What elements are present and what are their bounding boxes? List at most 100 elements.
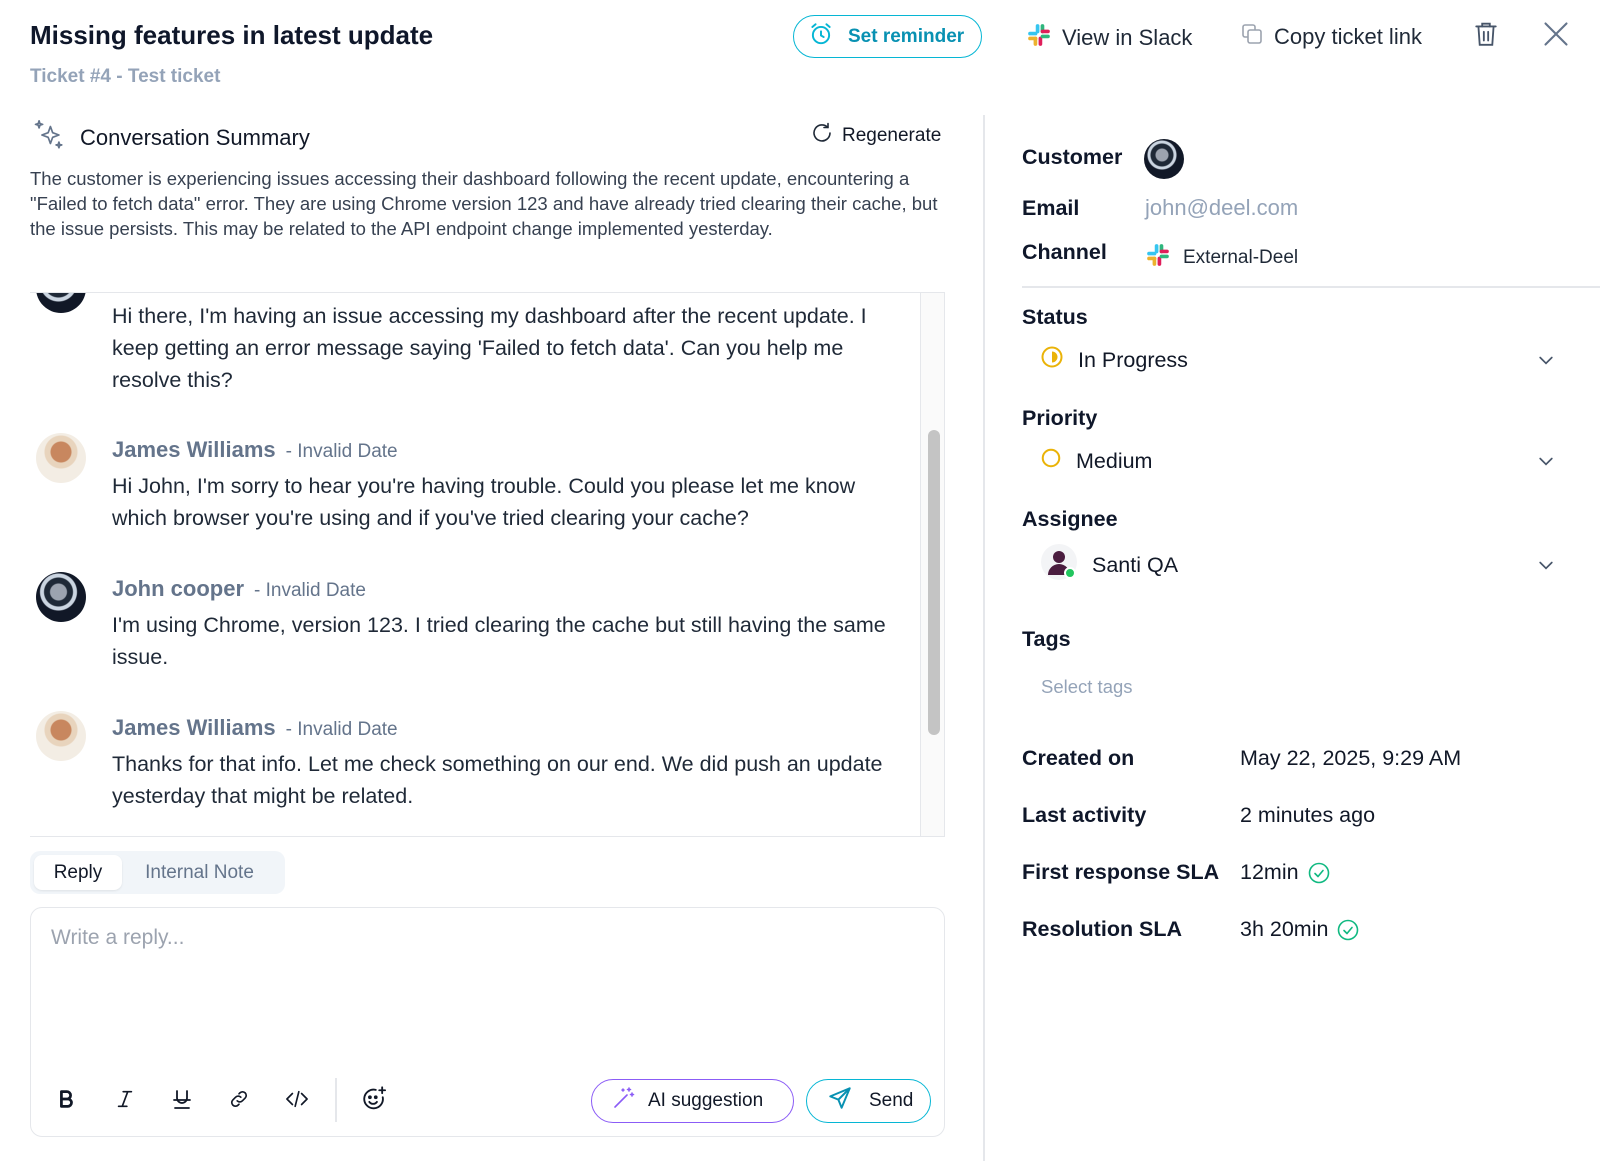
resolution-sla: 3h 20min	[1240, 917, 1360, 942]
resolution-sla-value: 3h 20min	[1240, 917, 1329, 941]
details-divider	[1022, 286, 1600, 288]
refresh-icon	[810, 121, 834, 151]
priority-select[interactable]: Medium	[1040, 441, 1560, 481]
check-circle-icon	[1307, 861, 1331, 885]
avatar	[36, 572, 86, 622]
code-button[interactable]	[280, 1084, 314, 1118]
chevron-down-icon	[1536, 451, 1556, 477]
send-button[interactable]: Send	[806, 1079, 931, 1123]
message-thread[interactable]: Hi there, I'm having an issue accessing …	[30, 292, 945, 837]
conversation-summary-header: Conversation Summary	[32, 118, 310, 157]
close-icon	[1542, 20, 1570, 53]
scrollbar-thumb[interactable]	[928, 430, 940, 735]
tab-internal-note[interactable]: Internal Note	[122, 855, 277, 890]
link-button[interactable]	[222, 1084, 256, 1118]
copy-icon	[1240, 22, 1264, 52]
status-select[interactable]: In Progress	[1040, 340, 1560, 380]
tab-reply[interactable]: Reply	[34, 855, 122, 890]
assignee-select[interactable]: Santi QA	[1040, 543, 1560, 587]
copy-ticket-link-button[interactable]: Copy ticket link	[1240, 22, 1422, 52]
set-reminder-button[interactable]: Set reminder	[793, 15, 982, 58]
author-name: James Williams	[112, 715, 276, 740]
delete-ticket-button[interactable]	[1471, 20, 1501, 52]
tags-select[interactable]: Select tags	[1041, 676, 1133, 698]
avatar	[36, 433, 86, 483]
author-name: James Williams	[112, 437, 276, 462]
email-label: Email	[1022, 196, 1080, 220]
created-on-label: Created on	[1022, 746, 1135, 770]
slack-icon	[1145, 242, 1171, 274]
strikethrough-icon	[170, 1087, 194, 1116]
avatar	[36, 711, 86, 761]
slack-icon	[1026, 22, 1052, 54]
reply-tabs: Reply Internal Note	[30, 851, 285, 894]
regenerate-button[interactable]: Regenerate	[810, 121, 941, 151]
send-icon	[827, 1085, 853, 1117]
chevron-down-icon	[1536, 350, 1556, 376]
italic-icon	[114, 1088, 136, 1115]
first-response-sla: 12min	[1240, 860, 1331, 885]
close-button[interactable]	[1541, 20, 1571, 52]
message-date: - Invalid Date	[285, 441, 398, 462]
avatar	[36, 293, 86, 313]
last-activity-label: Last activity	[1022, 803, 1147, 827]
assignee-label: Assignee	[1022, 507, 1118, 531]
message-author: John cooper - Invalid Date	[112, 576, 366, 602]
channel-name: External-Deel	[1183, 247, 1299, 268]
strikethrough-button[interactable]	[165, 1084, 199, 1118]
email-value[interactable]: john@deel.com	[1145, 195, 1298, 221]
message-text: Hi there, I'm having an issue accessing …	[112, 304, 867, 392]
emoji-button[interactable]	[357, 1084, 391, 1118]
message-text: Thanks for that info. Let me check somet…	[112, 752, 883, 808]
scrollbar[interactable]	[920, 293, 944, 836]
ticket-title: Missing features in latest update	[30, 20, 434, 50]
reply-editor: AI suggestion Send	[30, 907, 945, 1137]
toolbar-divider	[335, 1078, 337, 1122]
priority-label: Priority	[1022, 406, 1098, 430]
last-activity-value: 2 minutes ago	[1240, 803, 1376, 827]
send-label: Send	[869, 1090, 914, 1111]
chevron-down-icon	[1536, 555, 1556, 581]
set-reminder-label: Set reminder	[848, 25, 965, 47]
message-text: I'm using Chrome, version 123. I tried c…	[112, 613, 886, 669]
reply-input[interactable]	[51, 926, 921, 950]
priority-value: Medium	[1076, 448, 1153, 473]
tags-label: Tags	[1022, 627, 1071, 651]
status-label: Status	[1022, 305, 1088, 329]
view-in-slack-button[interactable]: View in Slack	[1026, 22, 1192, 54]
first-response-sla-value: 12min	[1240, 860, 1299, 884]
bold-icon	[55, 1088, 77, 1115]
message-author: James Williams - Invalid Date	[112, 715, 398, 741]
check-circle-icon	[1336, 918, 1360, 942]
customer-avatar[interactable]	[1144, 139, 1184, 179]
assignee-value: Santi QA	[1092, 552, 1179, 577]
code-icon	[284, 1088, 310, 1115]
regenerate-label: Regenerate	[842, 125, 942, 146]
italic-button[interactable]	[108, 1084, 142, 1118]
ticket-subtitle: Ticket #4 - Test ticket	[30, 66, 221, 87]
message-date: - Invalid Date	[285, 719, 398, 740]
first-response-sla-label: First response SLA	[1022, 860, 1220, 884]
author-name: John cooper	[112, 576, 245, 601]
magic-wand-icon	[612, 1086, 636, 1116]
panel-divider	[983, 115, 985, 1161]
conversation-summary-title: Conversation Summary	[80, 124, 310, 150]
copy-ticket-link-label: Copy ticket link	[1274, 24, 1422, 49]
message-author: James Williams - Invalid Date	[112, 437, 398, 463]
message-date: - Invalid Date	[254, 580, 366, 601]
view-in-slack-label: View in Slack	[1062, 25, 1193, 50]
link-icon	[228, 1088, 250, 1115]
sparkles-icon	[32, 118, 66, 157]
assignee-avatar	[1040, 543, 1078, 587]
medium-priority-icon	[1040, 447, 1062, 475]
alarm-clock-icon	[808, 21, 834, 53]
channel-value[interactable]: External-Deel	[1145, 242, 1298, 274]
summary-text: The customer is experiencing issues acce…	[30, 168, 938, 239]
trash-icon	[1473, 19, 1499, 54]
message-text: Hi John, I'm sorry to hear you're having…	[112, 474, 856, 530]
ai-suggestion-label: AI suggestion	[648, 1090, 764, 1111]
status-value: In Progress	[1078, 347, 1188, 372]
in-progress-icon	[1040, 345, 1064, 375]
bold-button[interactable]	[49, 1084, 83, 1118]
ai-suggestion-button[interactable]: AI suggestion	[591, 1079, 794, 1123]
